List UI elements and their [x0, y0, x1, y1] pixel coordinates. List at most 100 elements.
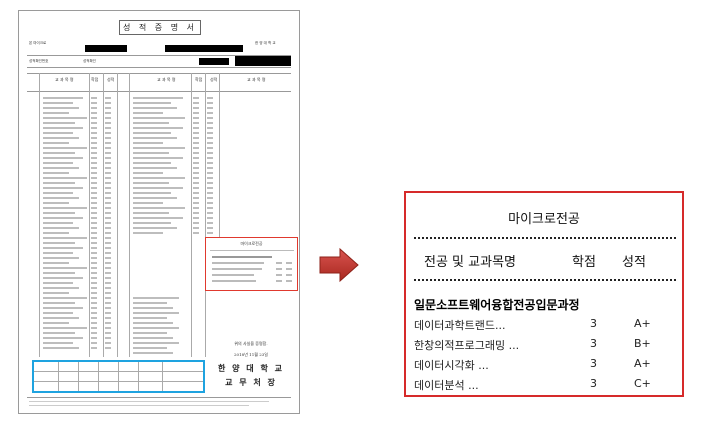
grade-text-line — [91, 307, 97, 309]
credit-column — [276, 262, 282, 282]
footnote-line — [29, 405, 249, 406]
grade-text-line — [105, 292, 111, 294]
grade-text-line — [105, 247, 111, 249]
course-text-line — [133, 307, 173, 309]
grade-text-line — [105, 332, 111, 334]
course-text-line — [133, 337, 173, 339]
divider — [162, 362, 163, 391]
certification-area: 위의 사실을 증명함. 2018년 11월 23일 한 양 대 학 교 교 무 … — [209, 341, 293, 391]
course-text-line — [43, 122, 75, 124]
course-credit: 3 — [590, 357, 597, 370]
zoom-section-title: 일문소프트웨어융합전공입문과정 — [414, 298, 580, 312]
grade-text-line — [105, 187, 111, 189]
divider — [210, 250, 294, 251]
course-grade: A+ — [634, 317, 651, 330]
redacted-block — [235, 55, 291, 66]
grade-text-line — [105, 337, 111, 339]
course-text-line — [133, 167, 177, 169]
grade-text-line — [193, 182, 199, 184]
info-label: 성적확인번호 — [29, 59, 49, 63]
course-text-line — [43, 312, 73, 314]
course-text-line — [43, 247, 83, 249]
grade-text-line — [207, 112, 213, 114]
course-text-line — [43, 277, 83, 279]
grade-text-line — [91, 97, 97, 99]
column-header-grade: 성적 — [210, 77, 218, 82]
grade-text-line — [207, 197, 213, 199]
grade-text-line — [91, 182, 97, 184]
grade-text-line — [193, 122, 199, 124]
column-divider — [205, 73, 206, 357]
grade-text-line — [91, 257, 97, 259]
grade-text-line — [91, 237, 97, 239]
issue-date: 2018년 11월 23일 — [234, 352, 268, 357]
grade-text-line — [193, 212, 199, 214]
grade-text-line — [193, 107, 199, 109]
course-text-line — [133, 202, 163, 204]
course-text-line — [43, 257, 79, 259]
grade-text-line — [193, 162, 199, 164]
grade-text-line — [207, 102, 213, 104]
course-text-line — [133, 207, 185, 209]
divider — [98, 362, 99, 391]
course-text-line — [43, 177, 87, 179]
column-divider — [103, 73, 104, 357]
course-text-line — [43, 172, 69, 174]
grade-text-line — [105, 227, 111, 229]
zoom-header-grade: 성적 — [622, 255, 646, 270]
column-divider — [117, 73, 118, 357]
grade-text-line — [105, 207, 111, 209]
course-name: 데이터분석 ... — [414, 379, 479, 392]
course-text-line — [43, 332, 75, 334]
course-text-line — [133, 132, 171, 134]
course-text-line — [43, 97, 83, 99]
grade-text-line — [105, 167, 111, 169]
course-grade: B+ — [634, 337, 651, 350]
grade-text-line — [91, 347, 97, 349]
grade-text-line — [193, 127, 199, 129]
grade-text-line — [91, 147, 97, 149]
divider — [27, 55, 291, 56]
grade-text-line — [193, 147, 199, 149]
course-text-line — [133, 187, 183, 189]
course-text-line — [43, 262, 69, 264]
grade-text-line — [91, 157, 97, 159]
grade-text-line — [91, 222, 97, 224]
course-text-line — [43, 307, 83, 309]
course-grade: C+ — [634, 377, 651, 390]
course-credit: 3 — [590, 337, 597, 350]
course-text-line — [43, 227, 79, 229]
course-row: 한창의적프로그래밍 ... 3 B+ — [406, 337, 682, 353]
grade-text-line — [91, 187, 97, 189]
column-header-credit: 학점 — [195, 77, 203, 82]
grade-text-line — [105, 172, 111, 174]
grade-text-line — [105, 287, 111, 289]
course-text-line — [43, 232, 69, 234]
grade-text-line — [105, 197, 111, 199]
grade-text-line — [105, 282, 111, 284]
dotted-divider — [414, 237, 676, 239]
course-text-line — [43, 342, 73, 344]
grade-text-line — [91, 102, 97, 104]
grade-text-line — [105, 327, 111, 329]
grade-text-line — [91, 317, 97, 319]
course-text-line — [43, 252, 73, 254]
grade-text-line — [105, 317, 111, 319]
grade-text-line — [91, 192, 97, 194]
text-line — [212, 274, 254, 276]
grade-text-line — [207, 212, 213, 214]
course-credit: 3 — [590, 377, 597, 390]
course-text-line — [133, 322, 173, 324]
grade-text-line — [105, 127, 111, 129]
grade-text-line — [91, 127, 97, 129]
column-divider — [219, 73, 220, 237]
course-name: 데이터과학트랜드... — [414, 319, 506, 332]
grade-text-line — [105, 262, 111, 264]
grade-text-line — [105, 257, 111, 259]
course-text-line — [133, 342, 179, 344]
column-divider — [129, 73, 130, 357]
grade-text-line — [105, 312, 111, 314]
course-text-line — [133, 347, 167, 349]
column-header-grade: 성적 — [107, 77, 115, 82]
course-text-line — [43, 267, 87, 269]
